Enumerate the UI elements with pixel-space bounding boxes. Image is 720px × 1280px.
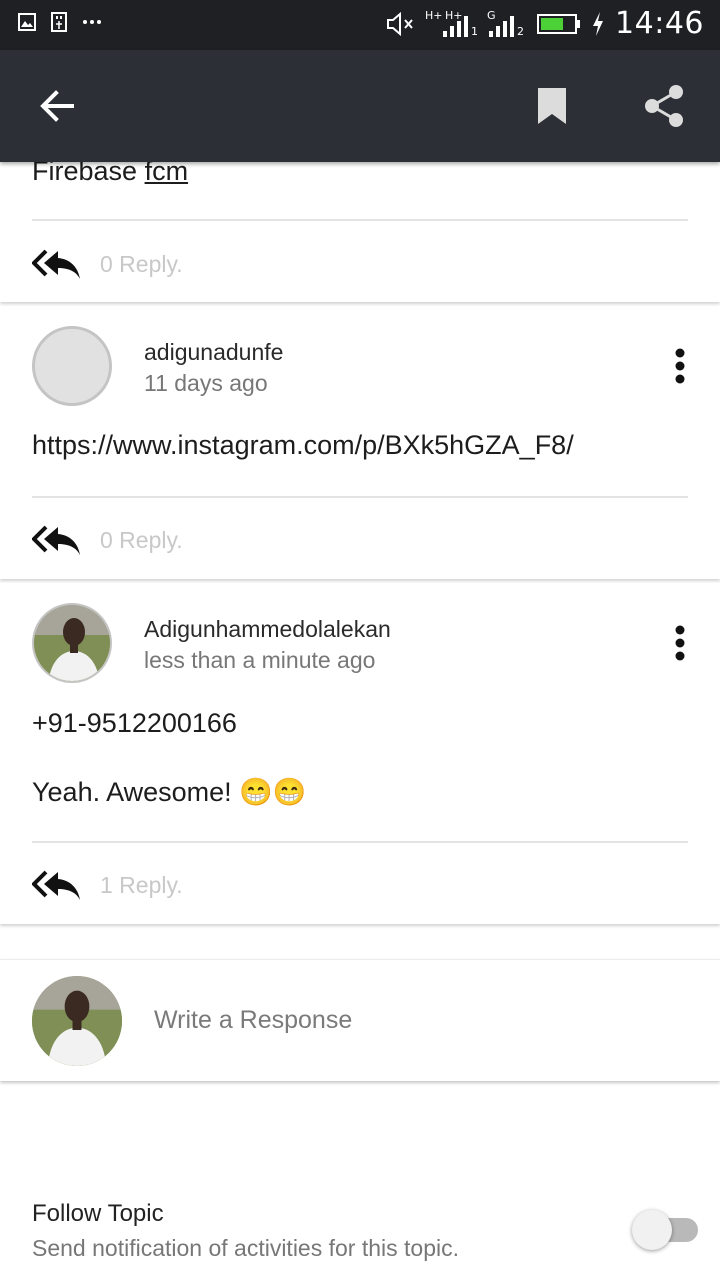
signal-2-icon: G 2 (487, 8, 525, 38)
more-options-icon[interactable] (674, 348, 686, 384)
mute-icon (387, 11, 413, 36)
reply-count: 0 Reply. (100, 250, 183, 277)
reply-count: 0 Reply. (100, 526, 183, 553)
response-input[interactable]: Write a Response (154, 1006, 352, 1035)
comment-username[interactable]: Adigunhammedolalekan (144, 616, 391, 643)
share-icon[interactable] (644, 84, 684, 128)
reply-all-icon (32, 870, 80, 900)
signal-1-icon: H+ H+ 1 (425, 8, 479, 38)
reply-button[interactable]: 0 Reply. (32, 244, 183, 284)
arrow-left-icon[interactable] (36, 86, 76, 126)
battery-icon (537, 13, 581, 34)
user-photo (34, 605, 110, 681)
follow-topic-toggle[interactable] (632, 1208, 700, 1252)
divider (32, 219, 688, 221)
comment-card: Firebase fcm 0 Reply. (0, 150, 720, 302)
avatar[interactable] (32, 326, 112, 406)
image-icon (18, 13, 36, 31)
divider (32, 841, 688, 843)
reply-count: 1 Reply. (100, 871, 183, 898)
comment-time: 11 days ago (144, 370, 268, 396)
notification-icons (18, 12, 102, 32)
comment-time: less than a minute ago (144, 647, 376, 673)
status-bar: H+ H+ 1 G 2 14:46 (0, 0, 720, 50)
system-icons: H+ H+ 1 G 2 14:46 (385, 6, 704, 41)
app-bar (0, 50, 720, 162)
reply-button[interactable]: 0 Reply. (32, 520, 183, 560)
comment-username[interactable]: adigunadunfe (144, 339, 283, 366)
current-user-avatar (32, 976, 122, 1066)
comment-text-line: +91-9512200166 (32, 708, 237, 738)
reply-button[interactable]: 1 Reply. (32, 865, 183, 905)
follow-topic-title: Follow Topic (32, 1200, 164, 1227)
divider (32, 496, 688, 498)
toggle-thumb (632, 1210, 672, 1250)
reply-all-icon (32, 249, 80, 279)
follow-topic-subtitle: Send notification of activities for this… (32, 1235, 459, 1261)
comment-card: Adigunhammedolalekan less than a minute … (0, 583, 720, 924)
usb-icon (51, 12, 67, 32)
avatar[interactable] (32, 603, 112, 683)
comment-card: adigunadunfe 11 days ago https://www.ins… (0, 306, 720, 579)
user-photo (32, 976, 122, 1066)
more-options-icon[interactable] (674, 625, 686, 661)
comment-text: https://www.instagram.com/p/BXk5hGZA_F8/ (32, 430, 574, 460)
clock: 14:46 (615, 6, 704, 41)
response-card: Write a Response (0, 959, 720, 1081)
reply-all-icon (32, 525, 80, 555)
more-notifications-icon (83, 20, 101, 24)
bookmark-icon[interactable] (536, 86, 568, 126)
charging-icon (593, 11, 604, 36)
comment-text-line: Yeah. Awesome! 😁😁 (32, 777, 307, 807)
